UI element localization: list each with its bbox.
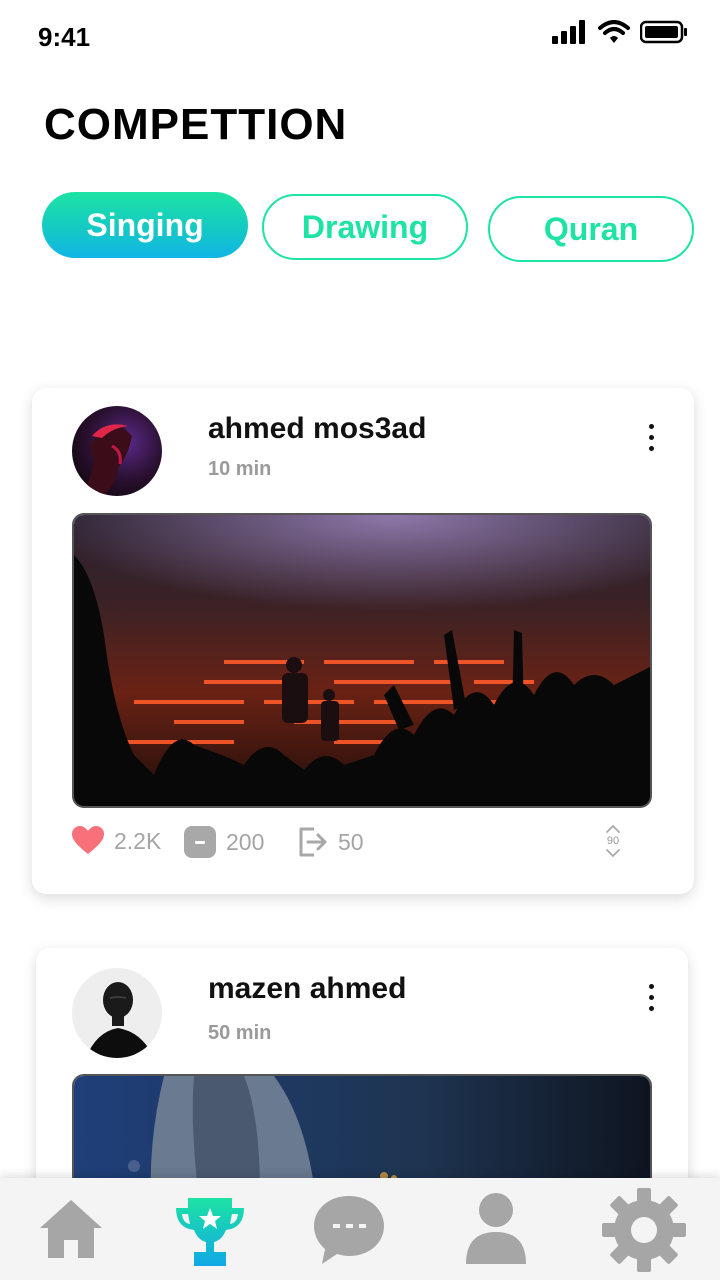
- post-time: 50 min: [208, 1022, 272, 1044]
- vote-count: 90: [606, 835, 620, 847]
- heart-icon: [72, 826, 104, 854]
- settings-icon: [602, 1188, 686, 1272]
- profile-icon: [466, 1193, 526, 1264]
- status-icons: [552, 20, 688, 44]
- nav-profile[interactable]: [464, 1192, 528, 1269]
- share-count: 50: [338, 828, 364, 855]
- category-tab-singing[interactable]: Singing: [42, 192, 248, 258]
- trophy-icon: [176, 1198, 244, 1266]
- status-bar: 9:41: [0, 0, 720, 70]
- vote-control: 90: [602, 824, 624, 870]
- nav-home[interactable]: [38, 1198, 104, 1265]
- page-title: COMPETTION: [44, 100, 348, 149]
- nav-messages[interactable]: [312, 1194, 386, 1271]
- comment-count: 200: [226, 828, 265, 855]
- upvote-icon[interactable]: [606, 824, 620, 833]
- category-tab-quran[interactable]: Quran: [488, 196, 694, 262]
- category-tab-drawing[interactable]: Drawing: [262, 194, 468, 260]
- post-author-name[interactable]: ahmed mos3ad: [208, 412, 426, 446]
- battery-icon: [640, 20, 687, 44]
- bottom-nav: [0, 1178, 720, 1280]
- comment-button[interactable]: 200: [184, 826, 264, 858]
- post-author-name[interactable]: mazen ahmed: [208, 972, 406, 1006]
- status-time: 9:41: [38, 22, 91, 52]
- comment-icon: [184, 826, 216, 858]
- post-image[interactable]: [72, 513, 652, 808]
- more-options-icon[interactable]: [641, 424, 661, 458]
- downvote-icon[interactable]: [606, 849, 620, 858]
- more-options-icon[interactable]: [641, 984, 661, 1018]
- signal-icon: [552, 20, 585, 44]
- nav-settings[interactable]: [602, 1188, 686, 1277]
- chat-icon: [314, 1196, 384, 1264]
- post-stats: 2.2K 200 50 90: [72, 824, 652, 870]
- like-count: 2.2K: [114, 827, 162, 854]
- home-icon: [40, 1200, 102, 1258]
- wifi-icon: [598, 20, 630, 43]
- share-button[interactable]: 50: [298, 826, 364, 858]
- share-icon: [299, 827, 327, 857]
- avatar[interactable]: [72, 968, 162, 1058]
- nav-competition[interactable]: [174, 1196, 246, 1273]
- post-time: 10 min: [208, 458, 272, 480]
- avatar[interactable]: [72, 406, 162, 496]
- like-button[interactable]: 2.2K: [72, 826, 161, 856]
